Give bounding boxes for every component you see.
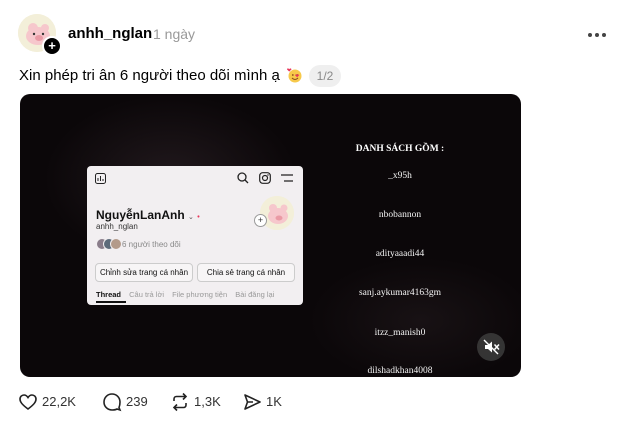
followers-count: 6 người theo dõi <box>122 240 181 249</box>
share-count: 1K <box>266 394 282 409</box>
volume-muted-icon <box>483 339 500 355</box>
tab-media: File phương tiện <box>172 290 228 299</box>
more-options-button[interactable] <box>588 24 612 42</box>
mute-button[interactable] <box>477 333 505 361</box>
tab-underline <box>96 301 126 303</box>
list-item: _x95h <box>388 171 412 181</box>
list-item: itzz_manish0 <box>374 328 426 338</box>
profile-tabs: Thread Câu trả lời File phương tiện Bài … <box>96 290 280 299</box>
repost-icon <box>172 392 188 412</box>
send-icon <box>244 394 261 410</box>
edit-profile-button: Chỉnh sửa trang cá nhân <box>95 263 193 282</box>
list-item: nbobannon <box>378 210 422 220</box>
post-caption: Xin phép tri ân 6 người theo dõi mình ạ <box>19 67 280 84</box>
profile-screenshot: NguyễnLanAnh ⌄ • anhh_nglan 6 người theo… <box>87 166 303 305</box>
menu-icon <box>281 174 293 182</box>
like-count: 22,2K <box>42 394 76 409</box>
insights-icon <box>95 173 106 184</box>
follow-plus-icon[interactable]: + <box>42 36 62 56</box>
instagram-icon <box>259 172 271 184</box>
search-icon <box>237 172 249 184</box>
profile-name-text: NguyễnLanAnh <box>96 208 185 222</box>
list-item: sanj.aykumar4163gm <box>358 288 442 298</box>
heart-icon <box>19 394 37 411</box>
dot-icon: • <box>197 214 200 221</box>
list-item: adityaaadi44 <box>375 249 425 259</box>
post-time: 1 ngày <box>153 26 196 42</box>
reply-count: 239 <box>126 394 148 409</box>
post-text: Xin phép tri ân 6 người theo dõi mình ạ <box>19 67 303 84</box>
list-item: dilshadkhan4008 <box>367 366 433 376</box>
smiling-face-with-hearts-icon <box>287 68 302 83</box>
add-icon: + <box>254 214 267 227</box>
tab-reposts: Bài đăng lại <box>235 290 275 299</box>
comment-icon <box>103 393 122 412</box>
media-video[interactable]: NguyễnLanAnh ⌄ • anhh_nglan 6 người theo… <box>20 94 521 377</box>
tab-thread: Thread <box>96 290 122 299</box>
repost-count: 1,3K <box>194 394 221 409</box>
profile-avatar: + <box>254 196 294 230</box>
chevron-down-icon: ⌄ <box>188 214 194 221</box>
share-profile-button: Chia sẻ trang cá nhân <box>197 263 295 282</box>
username[interactable]: anhh_nglan <box>68 25 152 42</box>
avatar[interactable]: + <box>18 14 62 56</box>
more-horizontal-icon <box>588 33 592 37</box>
tab-replies: Câu trả lời <box>129 290 165 299</box>
profile-handle: anhh_nglan <box>96 222 138 231</box>
profile-name: NguyễnLanAnh ⌄ • <box>96 208 200 222</box>
list-title: DANH SÁCH GỒM : <box>355 144 445 154</box>
page-indicator: 1/2 <box>309 65 341 87</box>
follower-avatar <box>110 238 122 250</box>
